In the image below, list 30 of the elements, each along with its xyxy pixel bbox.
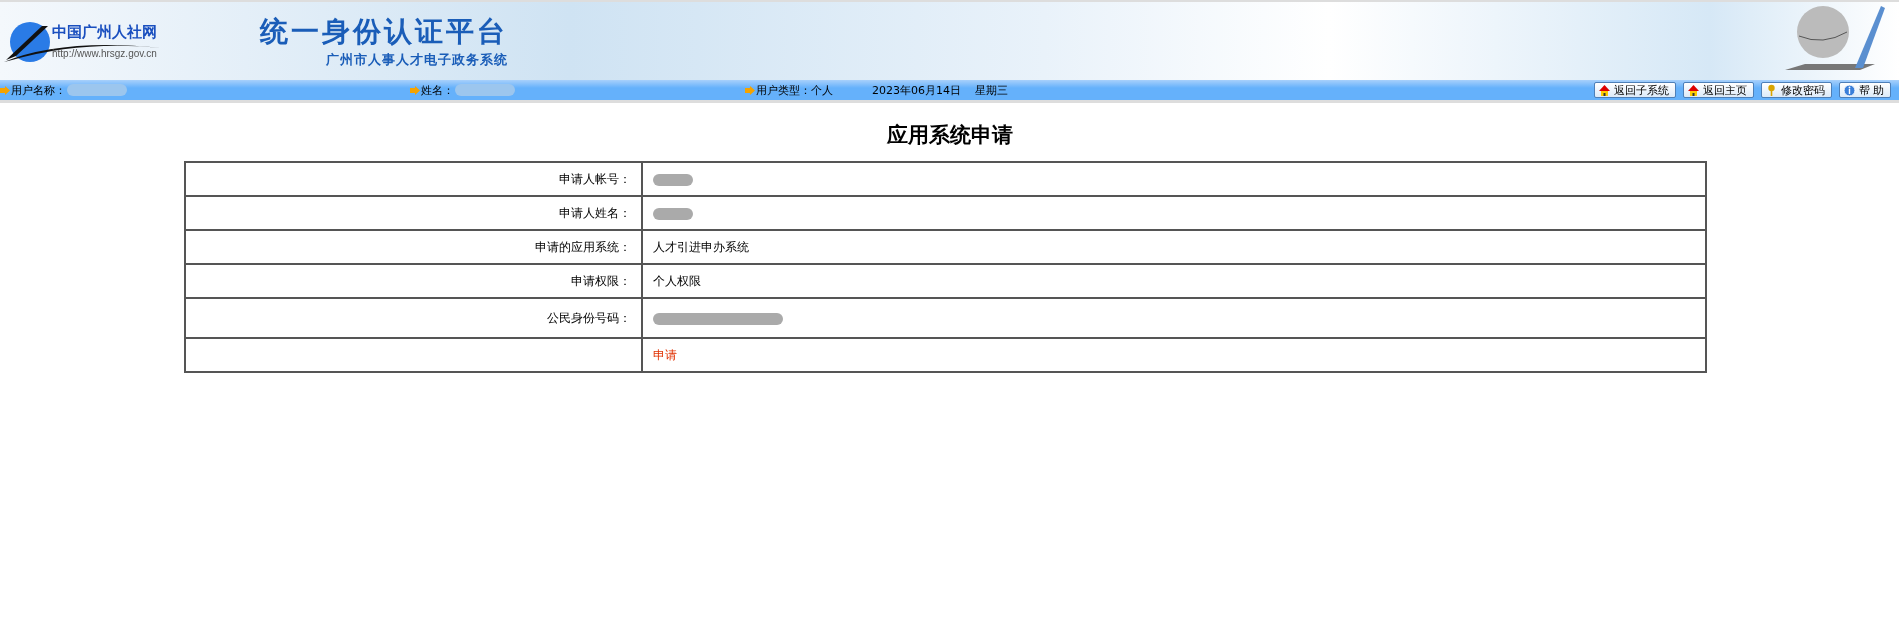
arrow-icon [410, 85, 420, 95]
arrow-icon [745, 85, 755, 95]
toolbar-button[interactable]: 修改密码 [1760, 82, 1832, 98]
date-text: 2023年06月14日 [872, 82, 961, 98]
redaction-blur [653, 207, 693, 220]
help-icon [1842, 83, 1856, 97]
platform-title: 统一身份认证平台 [260, 14, 508, 50]
page-title: 应用系统申请 [885, 122, 1014, 149]
field-value: 个人权限 [653, 273, 701, 288]
platform-subtitle: 广州市人事人才电子政务系统 [326, 51, 508, 69]
weekday-text: 星期三 [975, 82, 1008, 98]
house-icon [1686, 83, 1700, 97]
toolbar-button[interactable]: 帮 助 [1838, 82, 1891, 98]
redaction-blur [653, 173, 693, 186]
apply-link[interactable]: 申请 [653, 347, 677, 362]
field-label: 申请权限： [571, 273, 631, 288]
site-logo-text: 中国广州人社网 [52, 23, 157, 42]
toolbar-button[interactable]: 返回主页 [1682, 82, 1754, 98]
field-label: 申请人姓名： [559, 205, 631, 220]
info-label: 用户名称： [11, 82, 66, 98]
field-value: 人才引进申办系统 [653, 239, 749, 254]
toolbar-button[interactable]: 返回子系统 [1593, 82, 1676, 98]
field-label: 申请人帐号： [559, 171, 631, 186]
field-label: 公民身份号码： [547, 310, 631, 325]
info-label: 姓名： [421, 82, 454, 98]
house-icon [1597, 83, 1611, 97]
field-label: 申请的应用系统： [535, 239, 631, 254]
arrow-icon [0, 85, 10, 95]
info-label: 用户类型：个人 [756, 82, 833, 98]
site-url: http://www.hrsgz.gov.cn [52, 48, 157, 59]
